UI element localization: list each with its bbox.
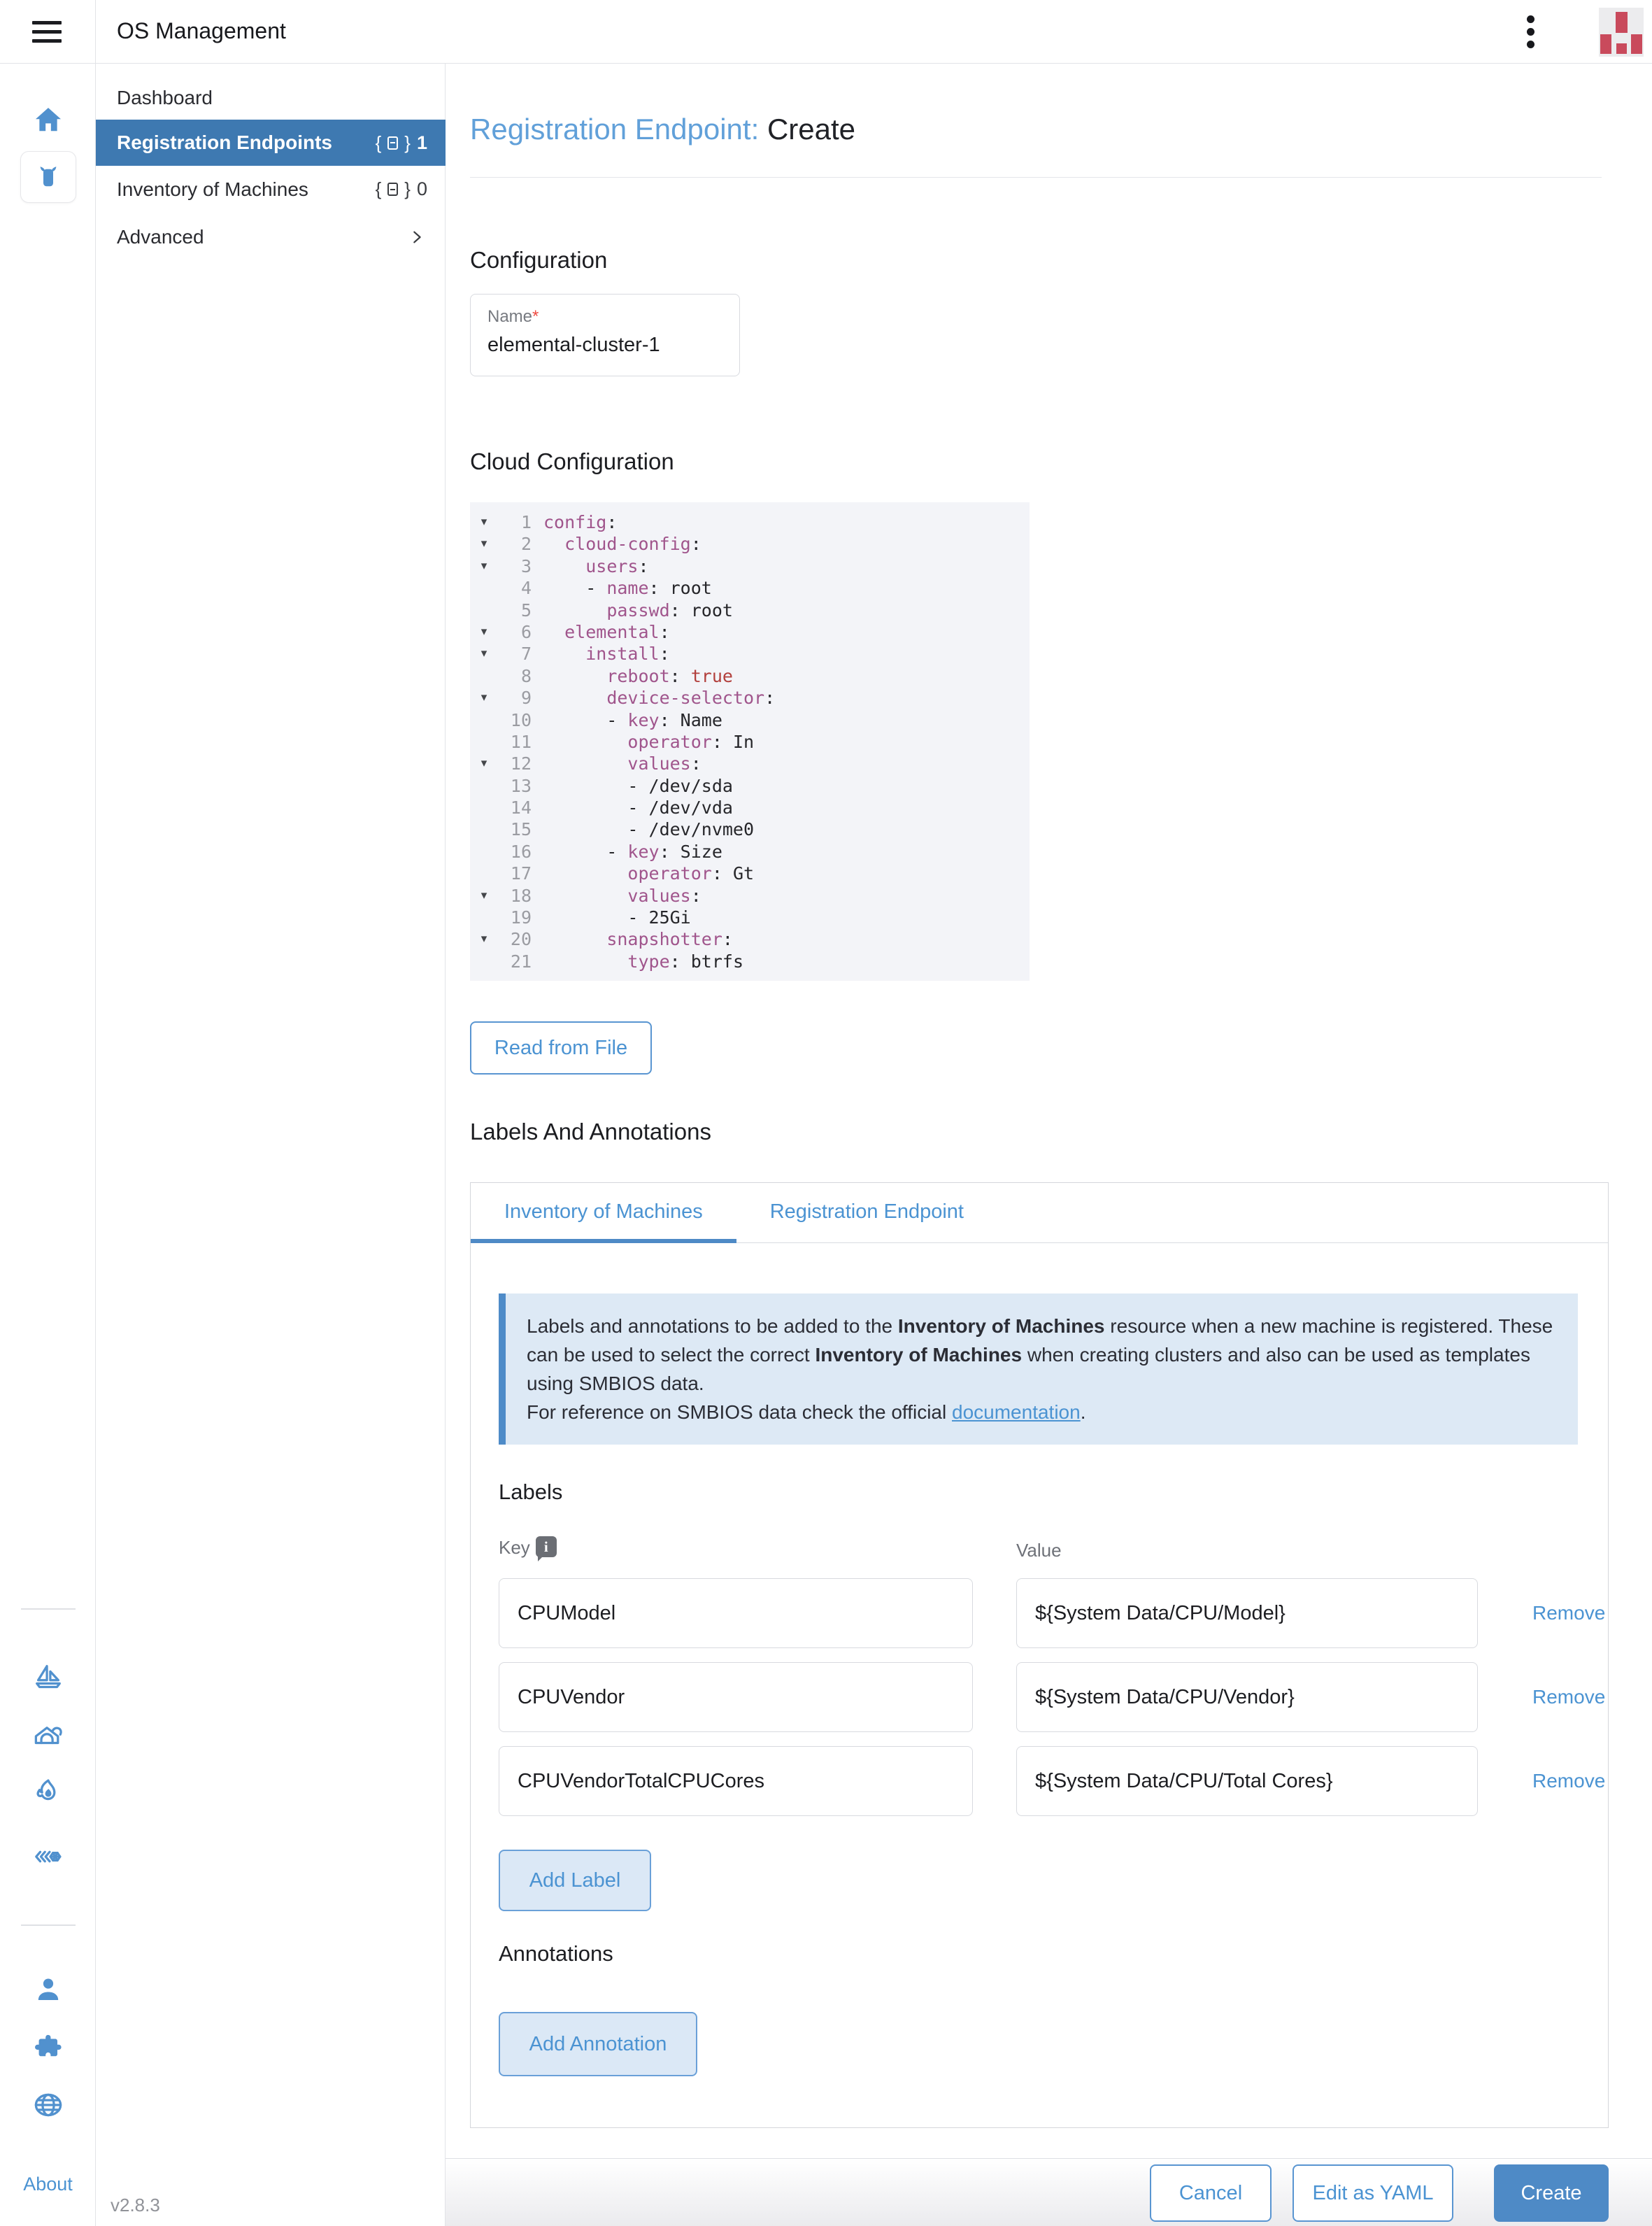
version-label: v2.8.3 [111, 2195, 160, 2216]
key-column-header: Keyi [499, 1536, 557, 1559]
configuration-heading: Configuration [470, 247, 607, 274]
rail-item-os-management[interactable] [20, 151, 76, 203]
kebab-menu-icon[interactable] [1516, 15, 1544, 49]
add-annotation-button[interactable]: Add Annotation [499, 2012, 697, 2076]
label-key-input[interactable] [499, 1578, 973, 1648]
rail-item-fleet[interactable] [31, 1659, 66, 1694]
sailboat-icon [32, 1660, 64, 1692]
banner-text: Labels and annotations to be added to th… [527, 1315, 1553, 1423]
about-link[interactable]: About [0, 2174, 96, 2195]
detail-title: Registration Endpoint: Create [470, 113, 855, 146]
tab-bar: Inventory of Machines Registration Endpo… [471, 1183, 1608, 1243]
rail-item-home[interactable] [31, 102, 66, 137]
remove-label-link[interactable]: Remove [1532, 1578, 1609, 1648]
rail-divider [21, 1924, 76, 1926]
resource-count-icon [387, 136, 398, 150]
detail-title-resource[interactable]: Registration Endpoint: [470, 113, 759, 146]
rail-item-harvester[interactable] [31, 1717, 66, 1752]
rail-item-user[interactable] [31, 1972, 66, 2007]
name-field-label: Name* [487, 307, 722, 327]
label-value-input[interactable] [1016, 1578, 1478, 1648]
sidebar-item-inventory-of-machines[interactable]: Inventory of Machines { } 0 [96, 167, 446, 211]
icon-rail: About [0, 64, 96, 2226]
sidebar-item-registration-endpoints[interactable]: Registration Endpoints { } 1 [96, 120, 446, 166]
add-label-button[interactable]: Add Label [499, 1850, 651, 1911]
page-title: OS Management [117, 0, 286, 64]
tab-registration-endpoint[interactable]: Registration Endpoint [736, 1183, 997, 1243]
brand-logo [1599, 8, 1644, 57]
required-asterisk: * [532, 307, 539, 326]
bull-icon [32, 162, 64, 192]
cloud-config-code-editor[interactable]: ▾1config:▾2 cloud-config:▾3 users:4 - na… [470, 502, 1030, 981]
edit-as-yaml-button[interactable]: Edit as YAML [1293, 2164, 1453, 2222]
action-footer: Cancel Edit as YAML Create [446, 2158, 1652, 2226]
labels-annotations-panel: Inventory of Machines Registration Endpo… [470, 1182, 1609, 2128]
rail-item-extensions[interactable] [31, 2030, 66, 2065]
detail-title-action: Create [767, 113, 855, 146]
value-column-header: Value [1016, 1540, 1062, 1561]
documentation-link[interactable]: documentation [952, 1401, 1081, 1423]
label-value-input[interactable] [1016, 1746, 1478, 1816]
barn-icon [32, 1718, 64, 1750]
tab-inventory-of-machines[interactable]: Inventory of Machines [471, 1183, 736, 1243]
rail-item-globe[interactable] [31, 2087, 66, 2122]
name-input[interactable] [487, 334, 722, 357]
labels-heading: Labels [499, 1480, 562, 1505]
rail-item-longhorn[interactable] [31, 1775, 66, 1810]
label-key-input[interactable] [499, 1662, 973, 1732]
info-icon[interactable]: i [536, 1536, 557, 1557]
top-header: OS Management [0, 0, 1652, 64]
remove-label-link[interactable]: Remove [1532, 1746, 1609, 1816]
read-from-file-button[interactable]: Read from File [470, 1021, 652, 1075]
os-management-page: OS Management [0, 0, 1652, 2226]
puzzle-icon [32, 2032, 64, 2064]
create-button[interactable]: Create [1494, 2164, 1609, 2222]
title-divider [470, 177, 1602, 178]
rail-divider [21, 1608, 76, 1610]
resource-count-icon [387, 183, 398, 196]
code-editor-lines: ▾1config:▾2 cloud-config:▾3 users:4 - na… [470, 511, 1030, 972]
label-key-input[interactable] [499, 1746, 973, 1816]
main-content: Registration Endpoint: Create Configurat… [446, 64, 1652, 2226]
name-field[interactable]: Name* [470, 294, 740, 376]
user-icon [32, 1973, 64, 2006]
labels-annotations-heading: Labels And Annotations [470, 1119, 711, 1145]
flame-icon [32, 1776, 64, 1808]
secondary-sidebar: Dashboard Registration Endpoints { } 1 I… [96, 64, 446, 2226]
resource-count-badge: { } 1 [376, 120, 427, 166]
remove-label-link[interactable]: Remove [1532, 1662, 1609, 1732]
label-value-input[interactable] [1016, 1662, 1478, 1732]
sidebar-item-advanced[interactable]: Advanced [96, 215, 446, 259]
cloud-configuration-heading: Cloud Configuration [470, 448, 674, 475]
sidebar-item-dashboard[interactable]: Dashboard [96, 76, 446, 120]
hamburger-icon[interactable] [32, 21, 62, 43]
globe-icon [32, 2089, 64, 2121]
cancel-button[interactable]: Cancel [1150, 2164, 1272, 2222]
rail-item-kubewarden[interactable] [31, 1839, 66, 1874]
resource-count-badge: { } 0 [376, 167, 427, 211]
home-icon [32, 104, 64, 136]
wheat-icon [32, 1841, 64, 1873]
info-banner: Labels and annotations to be added to th… [499, 1293, 1578, 1445]
annotations-heading: Annotations [499, 1941, 613, 1966]
chevron-right-icon [409, 215, 425, 259]
